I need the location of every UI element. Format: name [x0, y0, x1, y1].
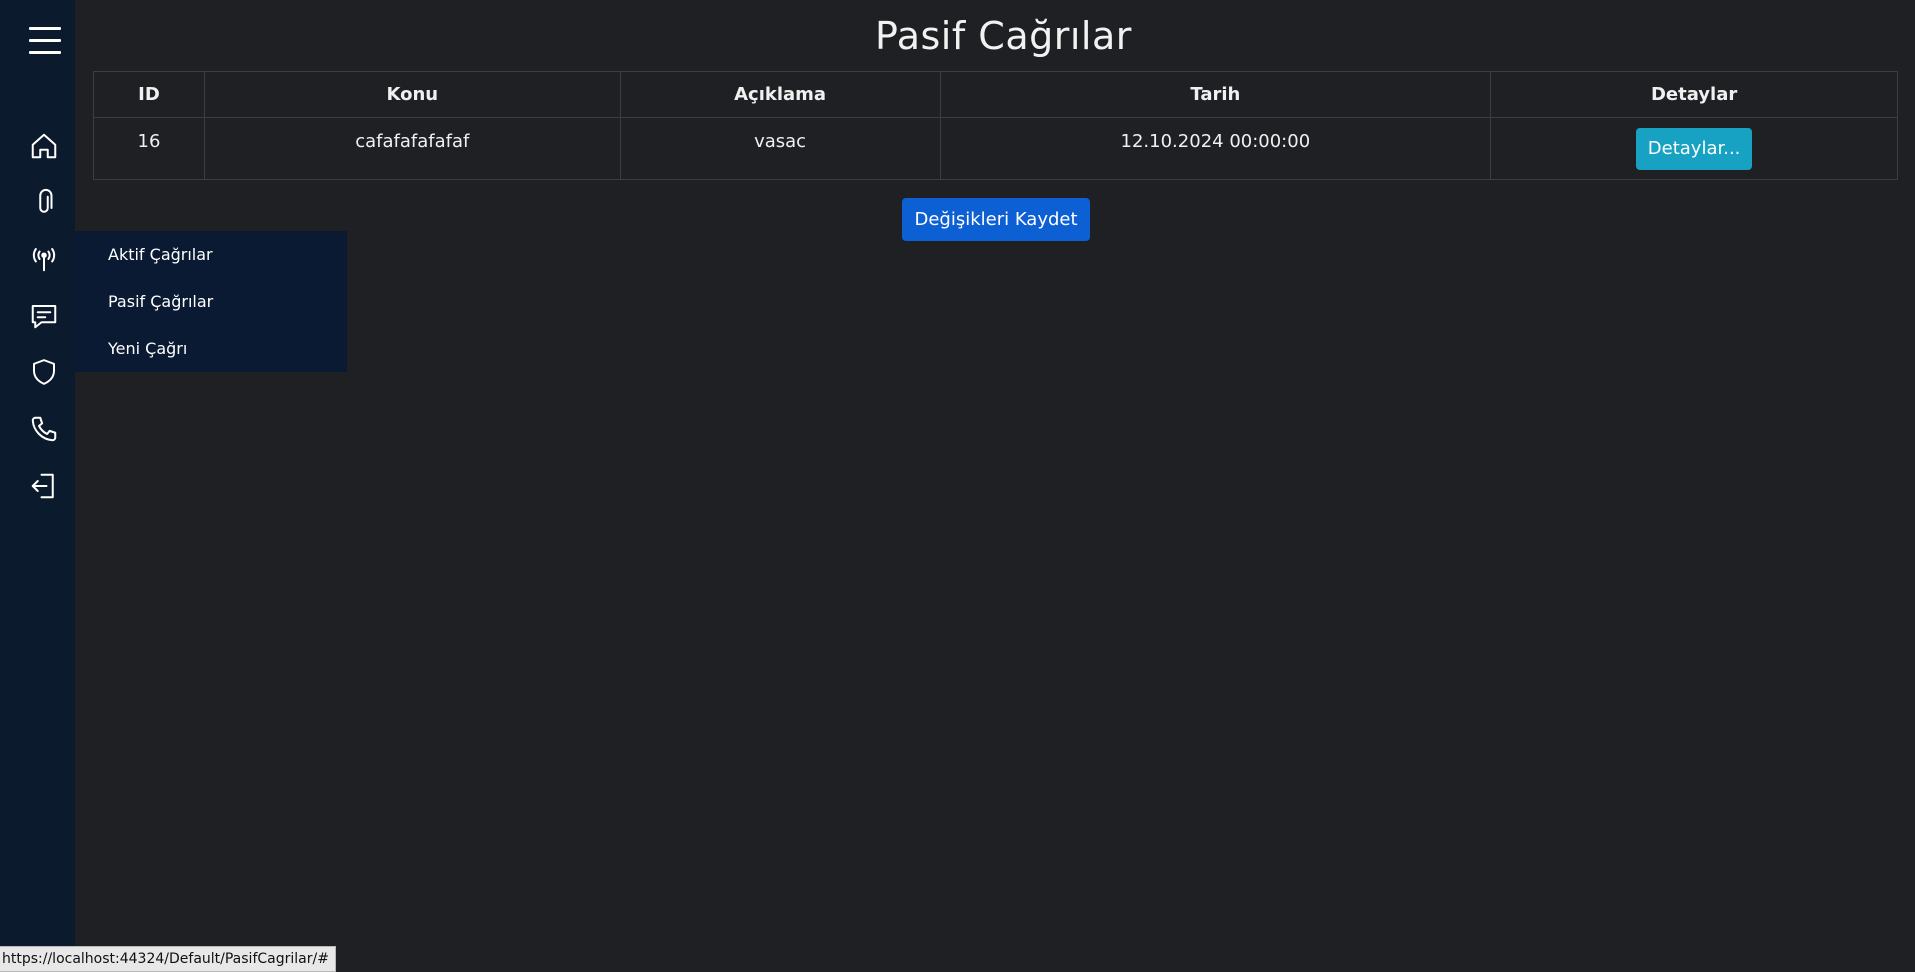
- flyout-item-new-call[interactable]: Yeni Çağrı: [108, 339, 187, 358]
- cell-aciklama: vasac: [619, 117, 941, 180]
- column-header-detaylar: Detaylar: [1490, 71, 1898, 118]
- column-header-id: ID: [93, 71, 205, 118]
- logout-icon[interactable]: [24, 466, 64, 506]
- calls-flyout-menu: Aktif Çağrılar Pasif Çağrılar Yeni Çağrı: [75, 231, 347, 372]
- flyout-item-active-calls[interactable]: Aktif Çağrılar: [108, 245, 213, 264]
- column-header-konu: Konu: [203, 71, 621, 118]
- table-row: 16 cafafafafafaf vasac 12.10.2024 00:00:…: [93, 117, 1898, 180]
- passive-calls-table: ID Konu Açıklama Tarih Detaylar 16 cafaf…: [93, 71, 1898, 180]
- flyout-item-passive-calls[interactable]: Pasif Çağrılar: [108, 292, 213, 311]
- column-header-tarih: Tarih: [939, 71, 1492, 118]
- cell-tarih: 12.10.2024 00:00:00: [939, 117, 1492, 180]
- shield-icon[interactable]: [24, 352, 64, 392]
- hamburger-menu-icon[interactable]: [29, 27, 61, 54]
- page-title: Pasif Cağrılar: [875, 14, 1132, 58]
- cell-konu: cafafafafafaf: [203, 117, 621, 180]
- details-button[interactable]: Detaylar...: [1636, 128, 1753, 170]
- message-icon[interactable]: [24, 296, 64, 336]
- save-changes-button[interactable]: Değişikleri Kaydet: [902, 198, 1090, 241]
- status-bar-url: https://localhost:44324/Default/PasifCag…: [0, 946, 336, 972]
- column-header-aciklama: Açıklama: [619, 71, 941, 118]
- cell-id: 16: [93, 117, 205, 180]
- cell-detaylar: Detaylar...: [1490, 117, 1898, 180]
- phone-icon[interactable]: [24, 409, 64, 449]
- table-header-row: ID Konu Açıklama Tarih Detaylar: [93, 71, 1898, 118]
- home-icon[interactable]: [24, 126, 64, 166]
- sidebar: [0, 0, 75, 972]
- antenna-icon[interactable]: [24, 239, 64, 279]
- paperclip-icon[interactable]: [24, 183, 64, 223]
